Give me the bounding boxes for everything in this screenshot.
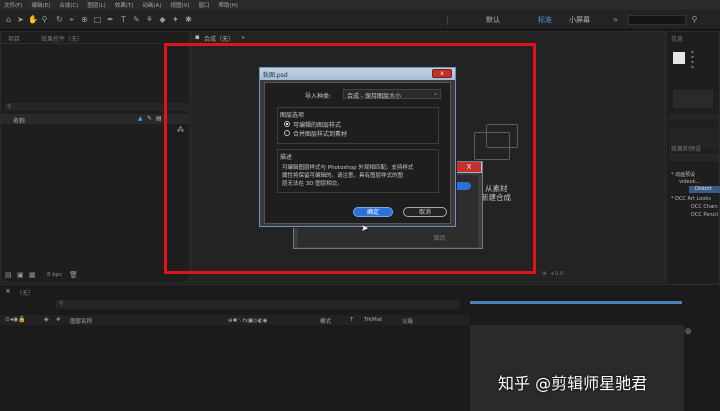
menu-view[interactable]: 视图(V) — [170, 1, 189, 9]
column-parent[interactable]: 父级 — [402, 317, 413, 325]
menu-edit[interactable]: 编辑(E) — [31, 1, 50, 9]
brush-tool-icon[interactable]: ✎ — [132, 15, 141, 24]
tree-dcc-charcoal[interactable]: DCC Charc — [691, 204, 718, 210]
info-readout: ▪ ▪ ▪ ▪ — [691, 49, 694, 69]
tab-project[interactable]: 项目 — [8, 34, 20, 43]
timeline-column-header: ⊙◂◉🔒 ◈ # 图层名称 ⊕✱＼fx▣◎◐◉ 模式 T TrkMat 父级 — [0, 315, 470, 325]
roto-brush-tool-icon[interactable]: ✦ — [171, 15, 180, 24]
puppet-tool-icon[interactable]: ✱ — [184, 15, 193, 24]
tab-divider — [1, 43, 189, 44]
layer-switches-icons[interactable]: ⊕✱＼fx▣◎◐◉ — [228, 316, 268, 324]
workspace-menu-icon[interactable]: » — [611, 15, 620, 24]
menu-window[interactable]: 窗口 — [199, 1, 210, 9]
toolbar: ⌂ ➤ ✋ ⚲ ↻ ⌖ ⊕ □ ✒ T ✎ ⚘ ◆ ✦ ✱ 默认 标准 小屏幕 … — [0, 10, 720, 30]
hand-tool-icon[interactable]: ✋ — [28, 15, 38, 24]
interpret-footage-icon[interactable]: ▤ — [5, 271, 12, 279]
column-mode[interactable]: 模式 — [320, 317, 331, 325]
menu-composition[interactable]: 合成(C) — [59, 1, 78, 9]
tag-icon[interactable]: ✎ — [147, 115, 152, 122]
new-folder-icon[interactable]: ▣ — [17, 271, 24, 279]
av-switch-icons[interactable]: ⊙◂◉🔒 — [5, 316, 26, 323]
bpc-label[interactable]: 8 bpc — [47, 272, 62, 278]
project-panel: 项目 效果控件（无） ⚲ 名称 ▲ ✎ ▤ ⁂ ▤ ▣ ▦ 8 bpc 🗑 — [0, 31, 190, 283]
search-help-input[interactable] — [628, 15, 686, 25]
rotate-tool-icon[interactable]: ↻ — [55, 15, 64, 24]
tree-dcc-pencil[interactable]: DCC Pencil — [691, 212, 718, 218]
project-search-bar[interactable]: ⚲ — [5, 103, 189, 111]
menu-layer[interactable]: 图层(L) — [87, 1, 105, 9]
timeline-track-area[interactable] — [470, 325, 684, 411]
menubar: 文件(F) 编辑(E) 合成(C) 图层(L) 效果(T) 动画(A) 视图(V… — [0, 0, 720, 10]
camera-tool-icon[interactable]: ⌖ — [67, 15, 76, 24]
sort-icon[interactable]: ▲ — [138, 115, 143, 122]
zoom-tool-icon[interactable]: ⚲ — [40, 15, 49, 24]
rectangle-tool-icon[interactable]: □ — [93, 15, 102, 24]
watermark: 知乎 @剪辑师星驰君 — [498, 374, 648, 393]
search-icon[interactable]: ⚲ — [690, 15, 699, 24]
tree-dcc-art-looks[interactable]: * DCC Art Looks — [671, 196, 711, 202]
menu-animation[interactable]: 动画(A) — [142, 1, 161, 9]
audio-bar — [669, 114, 719, 120]
effects-search-input[interactable] — [669, 153, 719, 161]
search-icon: ⚲ — [59, 300, 64, 307]
eraser-tool-icon[interactable]: ◆ — [158, 15, 167, 24]
tree-distort[interactable]: Distort — [695, 186, 712, 192]
label-tag-icon[interactable]: ◈ — [44, 316, 49, 323]
tree-videokit[interactable]: videok... — [679, 179, 700, 185]
workspace-standard[interactable]: 标准 — [538, 15, 552, 25]
color-swatch — [673, 52, 685, 64]
pan-behind-tool-icon[interactable]: ⊕ — [80, 15, 89, 24]
close-timeline-icon[interactable]: × — [5, 287, 11, 295]
work-area-bar[interactable] — [470, 301, 682, 304]
type-tool-icon[interactable]: T — [119, 15, 128, 24]
delete-icon[interactable]: 🗑 — [69, 271, 78, 279]
tab-effects-presets[interactable]: 效果和预设 — [671, 144, 701, 153]
toolbar-divider — [447, 15, 448, 25]
lock-icon[interactable]: ▪ — [195, 33, 200, 41]
search-icon: ⚲ — [7, 103, 12, 110]
timeline-nav-icon[interactable]: ◎ — [685, 327, 691, 335]
tab-flow[interactable]: ▸ — [242, 34, 245, 41]
column-t: T — [350, 317, 354, 323]
column-source-name[interactable]: 图层名称 — [70, 317, 92, 325]
exposure-value[interactable]: +0.0 — [550, 271, 563, 277]
clone-stamp-tool-icon[interactable]: ⚘ — [145, 15, 154, 24]
tab-effect-controls[interactable]: 效果控件（无） — [41, 34, 83, 43]
number-sign: # — [56, 317, 61, 323]
workspace-default[interactable]: 默认 — [486, 15, 500, 25]
tree-animation-presets[interactable]: * 动画预设 — [671, 171, 695, 178]
new-composition-icon[interactable]: ▦ — [29, 271, 36, 279]
tab-info[interactable]: 信息 — [671, 34, 683, 43]
info-text-block — [673, 90, 713, 108]
type-column-icon[interactable]: ▤ — [156, 115, 162, 122]
project-column-header: 名称 ▲ ✎ ▤ — [1, 114, 189, 125]
menu-help[interactable]: 帮助(H) — [219, 1, 238, 9]
column-name[interactable]: 名称 — [13, 116, 25, 125]
workspace-small-screen[interactable]: 小屏幕 — [569, 15, 590, 25]
project-footer: ▤ ▣ ▦ 8 bpc 🗑 — [1, 270, 189, 282]
menu-file[interactable]: 文件(F) — [4, 1, 22, 9]
column-trkmat[interactable]: TrkMat — [364, 317, 382, 323]
red-highlight-box — [164, 43, 536, 274]
timeline-search-input[interactable]: ⚲ — [56, 300, 460, 309]
home-icon[interactable]: ⌂ — [4, 15, 13, 24]
exposure-icon[interactable]: ⊕ — [542, 271, 547, 277]
menu-effect[interactable]: 效果(T) — [115, 1, 134, 9]
selection-tool-icon[interactable]: ➤ — [16, 15, 25, 24]
tab-composition[interactable]: 合成（无） — [204, 34, 234, 43]
tab-timeline[interactable]: （无） — [16, 288, 34, 297]
pen-tool-icon[interactable]: ✒ — [106, 15, 115, 24]
